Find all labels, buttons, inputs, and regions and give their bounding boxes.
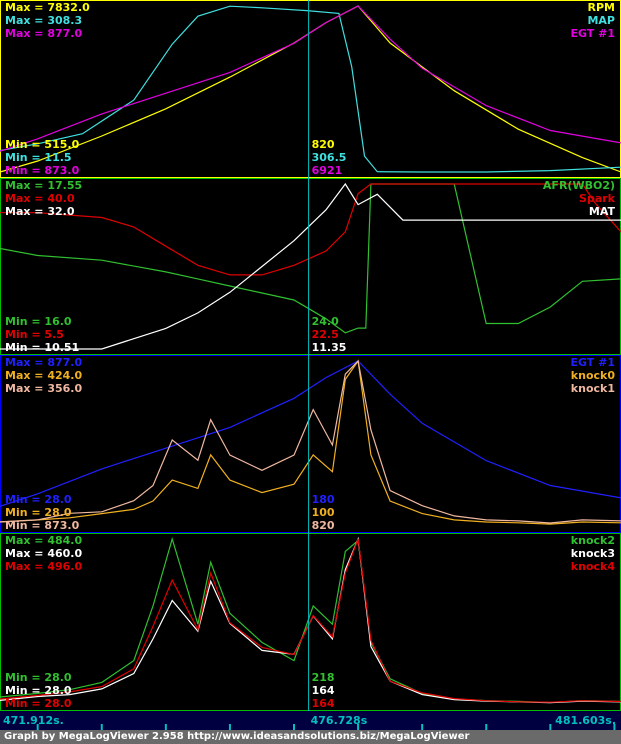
cursor-value: 100 xyxy=(312,506,335,519)
legend-label: EGT #1 xyxy=(570,27,615,40)
cursor-value: 180 xyxy=(312,493,335,506)
cursor-value: 820 xyxy=(312,519,335,532)
min-label: Min = 515.0 xyxy=(5,138,80,151)
legend-label: MAP xyxy=(587,14,615,27)
max-label: Max = 32.0 xyxy=(5,205,75,218)
min-label: Min = 28.0 xyxy=(5,697,72,710)
max-label: Max = 484.0 xyxy=(5,534,82,547)
min-label: Min = 28.0 xyxy=(5,671,72,684)
max-label: Max = 356.0 xyxy=(5,382,82,395)
min-label: Min = 16.0 xyxy=(5,315,72,328)
min-label: Min = 873.0 xyxy=(5,164,80,177)
legend-label: AFR(WBO2) xyxy=(543,179,615,192)
cursor-value: 24.0 xyxy=(312,315,339,328)
min-label: Min = 5.5 xyxy=(5,328,64,341)
timeline-cursor-label: 476.728s xyxy=(311,714,368,727)
series-line-knock0 xyxy=(0,359,621,525)
min-label: Min = 28.0 xyxy=(5,684,72,697)
max-label: Max = 40.0 xyxy=(5,192,75,205)
series-line-knock4 xyxy=(0,538,621,703)
timeline-end-label: 481.603s. xyxy=(555,714,616,727)
min-label: Min = 28.0 xyxy=(5,493,72,506)
timeline-start-label: 471.912s. xyxy=(3,714,64,727)
min-label: Min = 873.0 xyxy=(5,519,80,532)
max-label: Max = 877.0 xyxy=(5,27,82,40)
cursor-value: 820 xyxy=(312,138,335,151)
legend-label: RPM xyxy=(588,1,615,14)
legend-label: knock0 xyxy=(571,369,616,382)
max-label: Max = 17.55 xyxy=(5,179,82,192)
panel-top-border xyxy=(0,0,621,178)
legend-label: MAT xyxy=(589,205,616,218)
cursor-value: 306.5 xyxy=(312,151,347,164)
legend-label: knock3 xyxy=(571,547,615,560)
legend-label: knock2 xyxy=(571,534,615,547)
series-line-mat xyxy=(0,182,621,350)
series-line-egt-1 xyxy=(0,5,621,152)
max-label: Max = 460.0 xyxy=(5,547,82,560)
max-label: Max = 424.0 xyxy=(5,369,82,382)
cursor-value: 6921 xyxy=(312,164,343,177)
max-label: Max = 308.3 xyxy=(5,14,82,27)
series-line-knock1 xyxy=(0,359,621,524)
cursor-value: 22.5 xyxy=(312,328,339,341)
footer-bar: Graph by MegaLogViewer 2.958 http://www.… xyxy=(0,730,621,744)
footer-credit: Graph by MegaLogViewer 2.958 http://www.… xyxy=(4,731,470,742)
min-label: Min = 11.5 xyxy=(5,151,72,164)
legend-label: knock4 xyxy=(571,560,616,573)
max-label: Max = 877.0 xyxy=(5,356,82,369)
series-line-rpm xyxy=(0,5,621,173)
cursor-value: 164 xyxy=(312,697,335,710)
legend-label: EGT #1 xyxy=(570,356,615,369)
max-label: Max = 496.0 xyxy=(5,560,82,573)
panel-third-border xyxy=(0,355,621,533)
legend-label: knock1 xyxy=(571,382,615,395)
series-line-egt-1 xyxy=(0,360,621,507)
cursor-value: 218 xyxy=(312,671,335,684)
cursor-value: 11.35 xyxy=(312,341,347,354)
min-label: Min = 28.0 xyxy=(5,506,72,519)
log-graph-canvas[interactable]: Max = 7832.0 RPM Min = 515.0 820 Max = 308.3… xyxy=(0,0,621,744)
cursor-value: 164 xyxy=(312,684,335,697)
min-label: Min = 10.51 xyxy=(5,341,79,354)
max-label: Max = 7832.0 xyxy=(5,1,90,14)
legend-label: Spark xyxy=(579,192,616,205)
series-line-spark xyxy=(0,183,621,276)
panel-second-border xyxy=(0,178,621,355)
series-line-map xyxy=(0,5,621,173)
